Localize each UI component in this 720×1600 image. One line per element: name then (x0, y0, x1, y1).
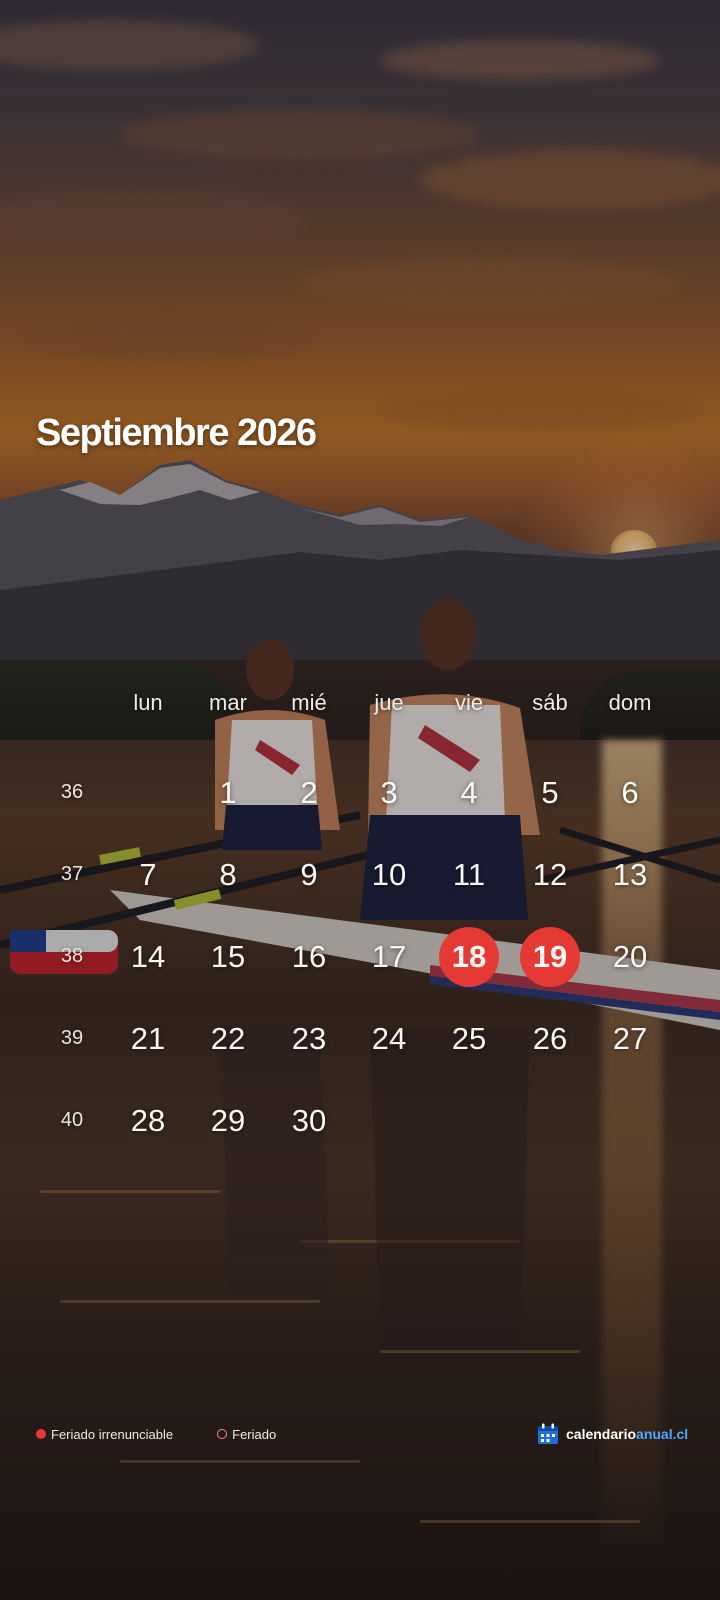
day-cell[interactable]: 3 (359, 763, 419, 823)
day-cell[interactable]: 28 (118, 1091, 178, 1151)
day-cell[interactable]: 17 (359, 927, 419, 987)
legend-feriado-label: Feriado (232, 1426, 277, 1442)
day-cell[interactable]: 24 (359, 1009, 419, 1069)
day-cell-holiday-irrenunciable[interactable]: 19 (520, 927, 580, 987)
calendar-icon (538, 1423, 558, 1444)
day-cell[interactable]: 14 (118, 927, 178, 987)
day-cell[interactable]: 16 (279, 927, 339, 987)
week-number: 39 (60, 1027, 84, 1049)
day-cell[interactable]: 7 (118, 845, 178, 905)
brand-logo[interactable]: calendario anual.cl (537, 1421, 688, 1447)
brand-name-part2: anual.cl (636, 1426, 689, 1442)
day-cell[interactable]: 4 (439, 763, 499, 823)
day-cell[interactable]: 23 (279, 1009, 339, 1069)
day-cell[interactable]: 21 (118, 1009, 178, 1069)
day-cell[interactable]: 9 (279, 845, 339, 905)
day-cell[interactable]: 11 (439, 845, 499, 905)
day-cell[interactable]: 15 (198, 927, 258, 987)
week-number: 40 (60, 1109, 84, 1131)
day-cell[interactable]: 20 (600, 927, 660, 987)
week-number: 36 (60, 781, 84, 803)
day-cell[interactable]: 22 (198, 1009, 258, 1069)
day-cell[interactable]: 13 (600, 845, 660, 905)
day-cell[interactable]: 6 (600, 763, 660, 823)
day-cell[interactable]: 26 (520, 1009, 580, 1069)
legend: Feriado irrenunciable Feriado (36, 1424, 320, 1444)
day-cell[interactable]: 25 (439, 1009, 499, 1069)
day-cell[interactable]: 10 (359, 845, 419, 905)
day-cell[interactable]: 29 (198, 1091, 258, 1151)
day-cell[interactable]: 12 (520, 845, 580, 905)
day-cell[interactable]: 8 (198, 845, 258, 905)
legend-feriado: Feriado (217, 1427, 276, 1442)
legend-irrenunciable-label: Feriado irrenunciable (51, 1426, 174, 1442)
legend-irrenunciable: Feriado irrenunciable (36, 1427, 173, 1442)
ring-dot-icon (217, 1429, 228, 1439)
day-cell-holiday-irrenunciable[interactable]: 18 (439, 927, 499, 987)
week-number: 38 (60, 945, 84, 967)
day-cell[interactable]: 2 (279, 763, 339, 823)
day-cell[interactable]: 5 (520, 763, 580, 823)
day-cell[interactable]: 30 (279, 1091, 339, 1151)
day-cell[interactable]: 1 (198, 763, 258, 823)
calendar-grid: 36 1 2 3 4 5 6 37 7 8 9 10 11 12 13 38 14 15 16 17 18 19 20 39 2… (0, 0, 720, 1200)
day-cell[interactable]: 27 (600, 1009, 660, 1069)
brand-name-part1: calendario (566, 1426, 637, 1442)
filled-dot-icon (36, 1429, 46, 1439)
week-number: 37 (60, 863, 84, 885)
